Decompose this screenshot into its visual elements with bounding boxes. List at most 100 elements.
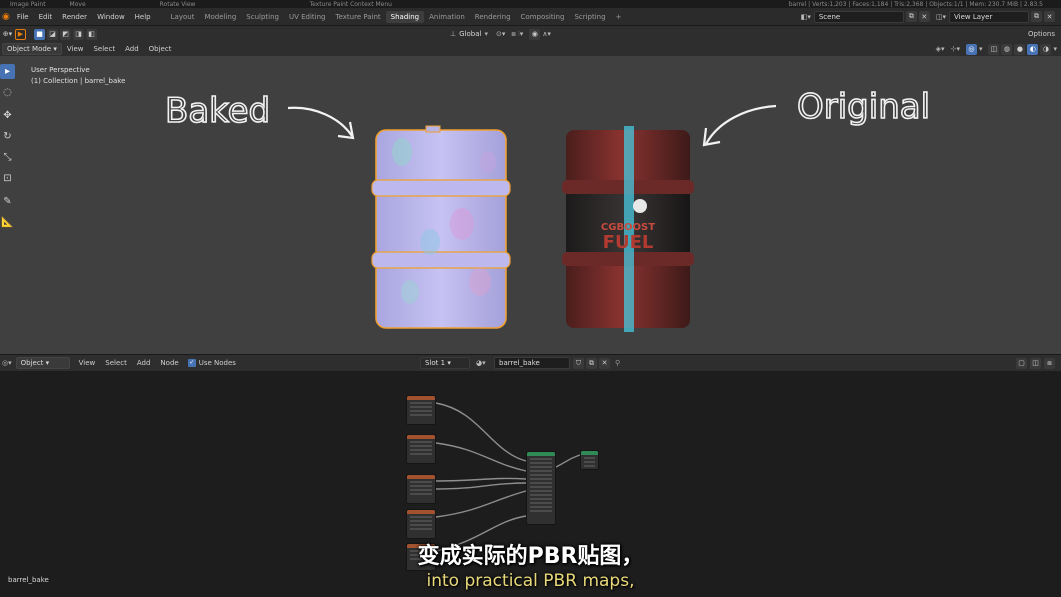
tab-sculpting[interactable]: Sculpting: [241, 11, 284, 23]
add-workspace-icon[interactable]: +: [611, 11, 627, 23]
transform-orientation-dropdown[interactable]: Global: [459, 30, 481, 38]
material-name-field[interactable]: barrel_bake: [494, 357, 570, 369]
view-layer-icon[interactable]: ◫▾: [936, 13, 946, 21]
unlink-material-icon[interactable]: ✕: [599, 357, 610, 369]
snap-icon[interactable]: ⧈ ⫶▾: [511, 30, 523, 39]
tab-texture-paint[interactable]: Texture Paint: [331, 11, 386, 23]
node-menu-add[interactable]: Add: [132, 359, 156, 367]
shading-wireframe-icon[interactable]: ◍: [1001, 43, 1013, 55]
menu-help[interactable]: Help: [130, 13, 156, 21]
baked-barrel[interactable]: [370, 122, 512, 336]
view-layer-field[interactable]: View Layer: [949, 10, 1029, 23]
workspace-tabs: Layout Modeling Sculpting UV Editing Tex…: [166, 10, 627, 23]
tab-animation[interactable]: Animation: [424, 11, 470, 23]
image-texture-node[interactable]: [406, 395, 436, 425]
image-texture-node[interactable]: [406, 509, 436, 539]
original-label: Original: [797, 87, 930, 127]
falloff-icon[interactable]: ∧▾: [542, 30, 551, 38]
pin-icon[interactable]: ⚲: [615, 359, 620, 367]
viewport-menu-select[interactable]: Select: [88, 45, 120, 53]
shading-dropdown-icon[interactable]: ▾: [1053, 45, 1057, 53]
object-mode-label: Object Mode: [7, 45, 52, 53]
status-item: Move: [69, 0, 86, 8]
new-view-layer-icon[interactable]: ⧉: [1031, 11, 1042, 22]
select-new-icon[interactable]: ■: [34, 28, 45, 40]
slot-dropdown[interactable]: Slot 1 ▾: [420, 357, 470, 369]
new-material-icon[interactable]: ⧉: [586, 357, 597, 369]
tab-modeling[interactable]: Modeling: [199, 11, 241, 23]
3d-viewport[interactable]: ▸ ◌ ✥ ↻ ⤡ ⊡ ✎ 📐 User Perspective (1) Col…: [0, 56, 1061, 354]
options-dropdown[interactable]: Options: [1028, 30, 1055, 38]
status-item: Image Paint: [10, 0, 46, 8]
slot-label: Slot 1: [425, 359, 446, 367]
menu-window[interactable]: Window: [92, 13, 130, 21]
use-nodes-label: Use Nodes: [198, 359, 236, 367]
visibility-icon[interactable]: ◈▾: [936, 45, 945, 53]
barrel-fuel-text: FUEL: [603, 232, 654, 253]
shader-type-dropdown[interactable]: Object ▾: [15, 357, 70, 369]
delete-scene-icon[interactable]: ✕: [918, 11, 930, 22]
viewport-menu-add[interactable]: Add: [120, 45, 144, 53]
original-barrel[interactable]: CGBOOST FUEL: [560, 122, 696, 336]
scene-stats: barrel | Verts:1,203 | Faces:1,184 | Tri…: [788, 0, 1043, 8]
pivot-icon[interactable]: ⊙▾: [496, 30, 505, 38]
node-menu-view[interactable]: View: [74, 359, 101, 367]
overlays-dropdown-icon[interactable]: ▾: [979, 45, 983, 53]
node-overlays-icon[interactable]: ◫: [1030, 357, 1041, 369]
shading-rendered-icon[interactable]: ◑: [1040, 43, 1052, 55]
shading-material-icon[interactable]: ◐: [1027, 43, 1039, 55]
select-intersect-icon[interactable]: ◧: [86, 28, 97, 40]
xray-icon[interactable]: ◫: [988, 43, 1000, 55]
fake-user-icon[interactable]: ⛉: [573, 357, 584, 369]
node-editor-type-icon[interactable]: ◎▾: [2, 359, 12, 367]
viewport-header: Object Mode ▾ View Select Add Object ◈▾ …: [0, 42, 1061, 56]
blender-logo-icon[interactable]: ◉: [0, 12, 12, 22]
node-snap-icon[interactable]: ⧈: [1044, 357, 1055, 369]
image-texture-node[interactable]: [406, 474, 436, 504]
viewport-menu-object[interactable]: Object: [144, 45, 177, 53]
tab-rendering[interactable]: Rendering: [470, 11, 516, 23]
select-extend-icon[interactable]: ◪: [47, 28, 58, 40]
node-menu-node[interactable]: Node: [155, 359, 183, 367]
subtitle-english: into practical PBR maps,: [426, 571, 635, 591]
select-invert-icon[interactable]: ◨: [73, 28, 84, 40]
top-bar: ◉ File Edit Render Window Help Layout Mo…: [0, 8, 1061, 26]
image-texture-node[interactable]: [406, 434, 436, 464]
select-tool-icon[interactable]: ▶: [15, 28, 26, 40]
proportional-edit-icon[interactable]: ◉: [529, 28, 541, 40]
overlays-icon[interactable]: ◎: [965, 43, 977, 55]
tab-uv-editing[interactable]: UV Editing: [284, 11, 331, 23]
material-output-node[interactable]: [580, 450, 599, 470]
chevron-down-icon[interactable]: ▾: [484, 30, 488, 38]
subtitle-chinese: 变成实际的PBR贴图，: [417, 544, 644, 569]
principled-bsdf-node[interactable]: [526, 451, 556, 525]
shader-type-label: Object: [20, 359, 44, 367]
delete-view-layer-icon[interactable]: ✕: [1044, 11, 1055, 22]
material-icon[interactable]: ◕▾: [476, 359, 486, 367]
baked-arrow-icon: [287, 106, 353, 137]
tool-settings-bar: ⊕▾ ▶ ■ ◪ ◩ ◨ ◧ ⊥ Global ▾ ⊙▾ ⧈ ⫶▾ ◉ ∧▾ O…: [0, 26, 1061, 42]
editor-type-icon[interactable]: ⊕▾: [2, 29, 13, 40]
shading-solid-icon[interactable]: ●: [1014, 43, 1026, 55]
scene-icon[interactable]: ◧▾: [801, 13, 811, 21]
select-subtract-icon[interactable]: ◩: [60, 28, 71, 40]
gizmo-icon[interactable]: ⊹▾: [951, 45, 960, 53]
backdrop-icon[interactable]: ▢: [1016, 357, 1027, 369]
new-scene-icon[interactable]: ⧉: [905, 11, 917, 22]
tab-layout[interactable]: Layout: [166, 11, 200, 23]
menu-edit[interactable]: Edit: [34, 13, 58, 21]
tab-compositing[interactable]: Compositing: [516, 11, 570, 23]
node-editor-header: ◎▾ Object ▾ View Select Add Node ✓ Use N…: [0, 354, 1061, 371]
transform-orientation-icon[interactable]: ⊥: [450, 30, 456, 38]
status-item: Texture Paint Context Menu: [309, 0, 392, 8]
node-menu-select[interactable]: Select: [100, 359, 132, 367]
tab-scripting[interactable]: Scripting: [569, 11, 610, 23]
annotation-layer: Baked Original: [164, 86, 931, 147]
menu-file[interactable]: File: [12, 13, 34, 21]
object-mode-dropdown[interactable]: Object Mode ▾: [2, 43, 62, 55]
use-nodes-checkbox[interactable]: ✓: [187, 359, 196, 367]
viewport-menu-view[interactable]: View: [62, 45, 89, 53]
scene-field[interactable]: Scene: [813, 10, 904, 23]
menu-render[interactable]: Render: [57, 13, 92, 21]
tab-shading[interactable]: Shading: [385, 10, 425, 23]
